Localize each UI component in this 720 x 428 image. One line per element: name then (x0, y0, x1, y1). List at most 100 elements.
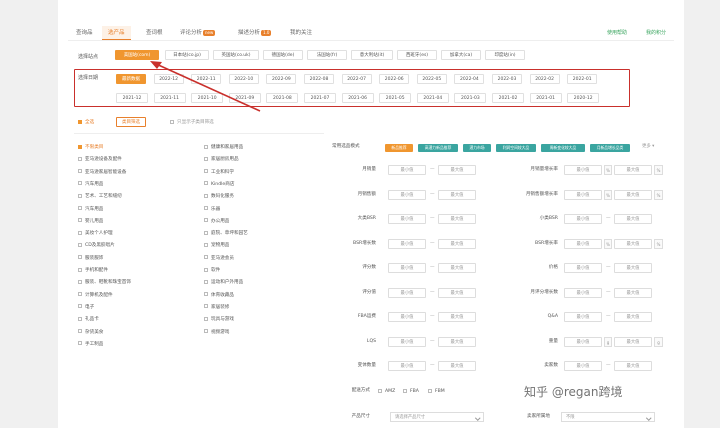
time-option[interactable]: 2021-05 (379, 93, 412, 103)
filter-min-input[interactable]: 最小值 (564, 263, 602, 273)
time-option[interactable]: 2022-06 (379, 74, 410, 84)
category-checkbox[interactable]: 家居装修 (204, 304, 229, 311)
filter-min-input[interactable]: 最小值 (564, 336, 602, 347)
filter-max-input[interactable]: 最大值 (438, 238, 476, 249)
category-checkbox[interactable]: 办公用品 (204, 218, 229, 225)
site-option-it[interactable]: 意大利站(it) (351, 50, 393, 60)
filter-max-input[interactable]: 最大值 (438, 312, 476, 322)
category-checkbox[interactable]: 庭院、草坪和园艺 (204, 230, 248, 237)
filter-max-input[interactable]: 最大值 (438, 263, 476, 273)
filter-min-input[interactable]: 最小值 (388, 189, 426, 200)
time-option[interactable]: 2021-01 (529, 93, 562, 103)
filter-max-input[interactable]: 最大值 (614, 287, 652, 298)
filter-max-input[interactable]: 最大值 (614, 238, 652, 249)
category-checkbox[interactable]: 艺术、工艺和缝纫 (78, 193, 122, 200)
site-option-ca[interactable]: 加拿大(ca) (441, 50, 481, 60)
delivery-fba-checkbox[interactable]: FBA (403, 388, 419, 395)
time-option[interactable]: 2022-01 (567, 74, 598, 84)
filter-min-input[interactable]: 最小值 (388, 361, 426, 371)
site-option-de[interactable]: 德国站(de) (263, 50, 303, 60)
category-checkbox[interactable]: 数码化服务 (204, 193, 234, 200)
category-checkbox[interactable]: 汽车用品 (78, 181, 103, 188)
size-select[interactable]: 请选择产品尺寸 (390, 412, 484, 422)
category-checkbox[interactable]: 手工制品 (78, 341, 103, 348)
filter-max-input[interactable]: 最大值 (438, 287, 476, 298)
filter-min-input[interactable]: 最小值 (388, 312, 426, 322)
category-checkbox[interactable]: 运动和户外用品 (204, 279, 243, 286)
select-all-checkbox[interactable]: 全选 (78, 119, 94, 126)
tab-query-root[interactable]: 查词根 (146, 26, 163, 40)
category-checkbox[interactable]: 手机和配件 (78, 267, 108, 274)
time-option[interactable]: 最新数据 (116, 74, 146, 84)
points-link[interactable]: 我的积分 (646, 26, 666, 40)
delivery-amz-checkbox[interactable]: AMZ (378, 388, 395, 395)
site-option-fr[interactable]: 法国站(fr) (307, 50, 347, 60)
time-option[interactable]: 2022-09 (266, 74, 297, 84)
category-checkbox[interactable]: 家居厨房用品 (204, 156, 239, 163)
filter-max-input[interactable]: 最大值 (438, 336, 476, 347)
filter-min-input[interactable]: 最小值 (388, 238, 426, 249)
filter-min-input[interactable]: 最小值 (564, 361, 602, 371)
time-option[interactable]: 2021-04 (416, 93, 449, 103)
filter-max-input[interactable]: 最大值 (438, 165, 476, 175)
time-option[interactable]: 2021-06 (341, 93, 374, 103)
filter-min-input[interactable]: 最小值 (388, 336, 426, 347)
tab-query-product[interactable]: 查询品 (76, 26, 93, 40)
category-checkbox[interactable]: 服装服饰 (78, 255, 103, 262)
category-checkbox[interactable]: 玩具与游戏 (204, 316, 234, 323)
site-option-es[interactable]: 西班牙(es) (397, 50, 437, 60)
filter-max-input[interactable]: 最大值 (438, 189, 476, 200)
category-checkbox[interactable]: 宠物用品 (204, 242, 229, 249)
filter-min-input[interactable]: 最小值 (564, 287, 602, 298)
category-checkbox[interactable]: 工业和科学 (204, 169, 234, 176)
time-option[interactable]: 2021-07 (304, 93, 336, 103)
quick-mode-tag[interactable]: 周新变化较大品 (541, 144, 585, 152)
category-checkbox[interactable]: 亚马逊家居智能设备 (78, 169, 126, 176)
category-checkbox[interactable]: 电子 (78, 304, 94, 311)
seller-location-select[interactable]: 不限 (561, 412, 655, 422)
more-toggle[interactable]: 更多 ▾ (642, 144, 654, 149)
quick-mode-tag[interactable]: 新品推荐 (385, 144, 413, 152)
time-option[interactable]: 2021-08 (266, 93, 299, 103)
quick-mode-tag[interactable]: 潜力市场 (463, 144, 491, 152)
time-option[interactable]: 2022-08 (304, 74, 334, 84)
category-checkbox[interactable]: 乐器 (204, 206, 220, 213)
filter-max-input[interactable]: 最大值 (438, 214, 476, 224)
filter-max-input[interactable]: 最大值 (438, 361, 476, 371)
time-option[interactable]: 2021-02 (492, 93, 524, 103)
filter-max-input[interactable]: 最大值 (614, 361, 652, 371)
category-checkbox[interactable]: 礼品卡 (78, 316, 99, 323)
category-checkbox[interactable]: 健康和家居用品 (204, 144, 243, 151)
delivery-fbm-checkbox[interactable]: FBM (428, 388, 445, 395)
category-checkbox[interactable]: 汽车用品 (78, 206, 103, 213)
filter-min-input[interactable]: 最小值 (564, 189, 602, 200)
category-checkbox[interactable]: 杂货美食 (78, 329, 103, 336)
filter-max-input[interactable]: 最大值 (614, 165, 652, 175)
category-checkbox[interactable]: Kindle商店 (204, 181, 234, 188)
filter-max-input[interactable]: 最大值 (614, 312, 652, 322)
site-option-in[interactable]: 印度站(in) (485, 50, 525, 60)
category-checkbox[interactable]: 不限类目 (78, 144, 103, 151)
time-option[interactable]: 2021-03 (454, 93, 487, 103)
category-filter-button[interactable]: 类目筛选 (116, 117, 146, 127)
category-checkbox[interactable]: 美妆个人护理 (78, 230, 113, 237)
category-checkbox[interactable]: CD及黑胶唱片 (78, 242, 115, 249)
show-subcategory-checkbox[interactable]: 只显示子类目筛选 (170, 119, 214, 126)
quick-mode-tag[interactable]: 高潜力新品推荐 (418, 144, 458, 152)
filter-min-input[interactable]: 最小值 (564, 238, 602, 249)
time-option[interactable]: 2022-03 (492, 74, 522, 84)
filter-min-input[interactable]: 最小值 (564, 165, 602, 175)
category-checkbox[interactable]: 亚马逊设备及配件 (78, 156, 122, 163)
category-checkbox[interactable]: 体育收藏品 (204, 292, 234, 299)
filter-max-input[interactable]: 最大值 (614, 336, 652, 347)
time-option[interactable]: 2022-02 (529, 74, 560, 84)
tab-description-analysis[interactable]: 描述分析 1.0 (238, 26, 272, 40)
tab-select-product[interactable]: 选产品 (102, 26, 131, 40)
time-option[interactable]: 2022-05 (416, 74, 447, 84)
filter-max-input[interactable]: 最大值 (614, 214, 652, 224)
filter-min-input[interactable]: 最小值 (388, 214, 426, 224)
time-option[interactable]: 2020-12 (567, 93, 600, 103)
tab-my-follow[interactable]: 我的关注 (290, 26, 312, 40)
category-checkbox[interactable]: 视频游戏 (204, 329, 229, 336)
time-option[interactable]: 2021-12 (116, 93, 148, 103)
